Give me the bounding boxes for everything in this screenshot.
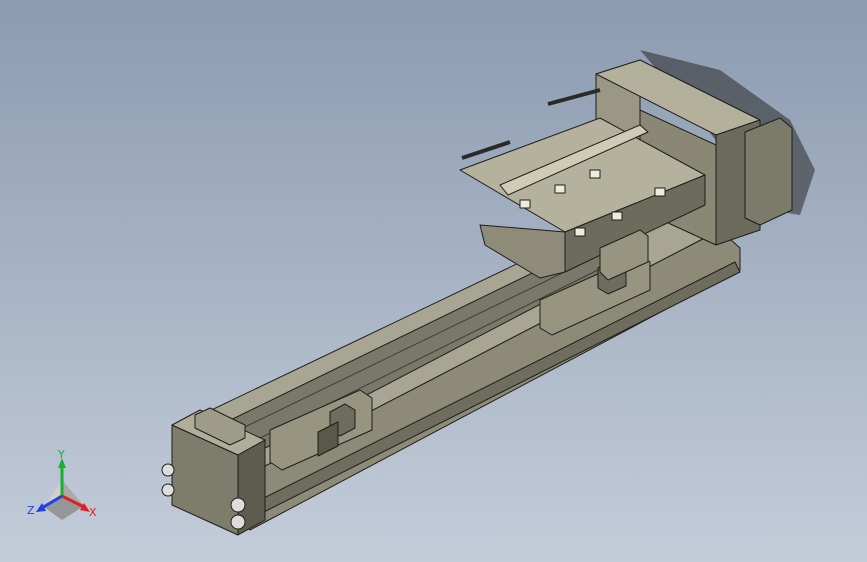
graphics-viewport[interactable]: Y X Z: [0, 0, 867, 562]
triad-x-label: X: [89, 506, 97, 519]
triad-z-label: Z: [27, 504, 35, 517]
orientation-triad: Y X Z: [27, 448, 97, 520]
triad-y-label: Y: [57, 448, 65, 461]
